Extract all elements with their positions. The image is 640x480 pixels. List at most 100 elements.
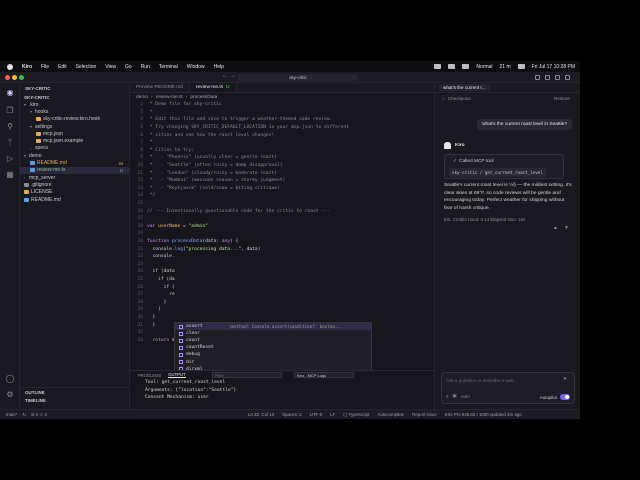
status-item[interactable]: LF	[330, 412, 335, 417]
kiro-ghost-icon[interactable]: ◉	[5, 87, 15, 97]
tree-folder[interactable]: ▾ settings	[20, 123, 129, 130]
run-debug-icon[interactable]: ▷	[5, 153, 15, 163]
status-item[interactable]: Ln 22, Col 13	[248, 412, 274, 417]
status-item[interactable]: { } TypeScript	[343, 412, 369, 417]
menu-help[interactable]: Help	[214, 64, 224, 70]
control-center-icon[interactable]	[517, 64, 525, 69]
menu-file[interactable]: File	[41, 64, 49, 70]
output-filter-input[interactable]: Filter	[212, 372, 282, 378]
status-item[interactable]: Kiro Pro 628.82 / 1000 updated 4m ago	[445, 412, 522, 417]
tree-file[interactable]: .gitignore	[20, 181, 129, 188]
branch-indicator[interactable]: main*	[6, 412, 17, 418]
code-line[interactable]: 13 * - "Reykjavik" (cold/snow = biting c…	[130, 185, 434, 193]
tree-file[interactable]: mcp.json.example	[20, 137, 129, 144]
code-line[interactable]: 4 * Edit this file and save to trigger a…	[130, 116, 434, 124]
menu-go[interactable]: Go	[125, 64, 132, 70]
forward-arrow-icon[interactable]: →	[230, 73, 236, 79]
layout-icon[interactable]	[565, 75, 570, 80]
toggle-panel-icon[interactable]	[545, 75, 550, 80]
tree-file[interactable]: README.md	[20, 196, 129, 203]
suggestion-item[interactable]: debug	[175, 351, 371, 358]
code-line[interactable]: 10 * - "Seattle" (often rainy = damp dis…	[130, 162, 434, 170]
code-line[interactable]: 24 if (data	[130, 268, 434, 276]
tab-problems[interactable]: PROBLEMS	[138, 373, 161, 378]
code-line[interactable]: 18 var userName = "admin"	[130, 223, 434, 231]
code-line[interactable]: 22 console.	[130, 253, 434, 261]
code-line[interactable]: 20 function processData(data: any) {	[130, 238, 434, 246]
breadcrumb-item[interactable]: review-me.ts	[156, 95, 183, 100]
send-icon[interactable]: ➤	[563, 376, 570, 383]
code-line[interactable]: 3 *	[130, 109, 434, 117]
code-line[interactable]: 12 * - "Mumbai" (monsoon season = stormy…	[130, 177, 434, 185]
code-line[interactable]: 25 if (da	[130, 276, 434, 284]
close-window-button[interactable]	[5, 75, 10, 80]
chat-input[interactable]: Ask a question or describe a task... ➤ #…	[441, 372, 575, 404]
breadcrumb-item[interactable]: processData	[190, 95, 217, 100]
code-line[interactable]: 28 }	[130, 298, 434, 306]
tree-file[interactable]: LICENSE	[20, 189, 129, 196]
thumbs-up-icon[interactable]: ▲	[553, 225, 558, 231]
back-arrow-icon[interactable]: ←	[222, 73, 228, 79]
tab-output[interactable]: OUTPUT	[168, 372, 186, 378]
code-line[interactable]: 30 }	[130, 314, 434, 322]
code-line[interactable]: 23	[130, 260, 434, 268]
tree-folder[interactable]: › mcp_server	[20, 174, 129, 181]
account-icon[interactable]: ◯	[5, 373, 15, 383]
code-line[interactable]: 14 */	[130, 192, 434, 200]
code-line[interactable]: 29 }	[130, 306, 434, 314]
minimize-window-button[interactable]	[12, 75, 17, 80]
battery-status[interactable]: 21 m	[500, 64, 511, 70]
code-line[interactable]: 21 console.log("processing data...", dat…	[130, 245, 434, 253]
tree-file[interactable]: review-me.ts U	[20, 166, 129, 174]
tree-folder[interactable]: ▾ demo	[20, 152, 129, 159]
clock[interactable]: Fri Jul 17 10:28 PM	[532, 64, 575, 70]
status-item[interactable]: Report issue	[412, 412, 437, 417]
breadcrumb-item[interactable]: demo	[136, 95, 148, 100]
tray-icon[interactable]	[448, 64, 456, 69]
code-line[interactable]: 19	[130, 230, 434, 238]
wifi-icon[interactable]	[462, 64, 470, 69]
status-item[interactable]: UTF-8	[310, 412, 322, 417]
menu-view[interactable]: View	[105, 64, 116, 70]
code-line[interactable]: 15	[130, 200, 434, 208]
menu-app-name[interactable]: Kiro	[22, 64, 32, 70]
tray-status[interactable]: Normal	[476, 64, 492, 70]
autopilot-toggle[interactable]	[560, 394, 570, 400]
tree-folder[interactable]: ▾ hooks	[20, 108, 129, 115]
mode-select[interactable]: Auto	[461, 394, 470, 399]
code-line[interactable]: 16 // --- Intentionally questionable code…	[130, 207, 434, 215]
suggestion-item[interactable]: count	[175, 337, 371, 344]
code-editor[interactable]: 2 * Demo file for sky-critic 3 * 4 * Edit …	[130, 101, 434, 341]
tree-folder[interactable]: › specs	[20, 145, 129, 152]
code-line[interactable]: 7 *	[130, 139, 434, 147]
restore-button[interactable]: Restore	[554, 96, 570, 101]
code-line[interactable]: 5 * Try changing SKY_CRITIC_DEFAULT_LOCA…	[130, 124, 434, 132]
workspace-root[interactable]: SKY-CRITIC	[20, 93, 129, 101]
zoom-window-button[interactable]	[19, 75, 24, 80]
toggle-sidebar-icon[interactable]	[535, 75, 540, 80]
code-line[interactable]: 11 * - "London" (cloudy/rainy = moderate…	[130, 169, 434, 177]
menu-terminal[interactable]: Terminal	[159, 64, 178, 70]
image-icon[interactable]: ▣	[452, 393, 456, 399]
tray-icon[interactable]	[434, 64, 442, 69]
code-line[interactable]: 8 * Cities to try:	[130, 147, 434, 155]
menu-edit[interactable]: Edit	[58, 64, 67, 70]
thumbs-down-icon[interactable]: ▼	[564, 225, 569, 231]
tool-call-card[interactable]: ✓ Called MCP tool sky-critic / get_curren…	[444, 154, 564, 179]
status-item[interactable]: Spaces: 2	[282, 412, 302, 417]
code-line[interactable]: 6 * cities and see how the roast level c…	[130, 131, 434, 139]
tab-preview-readme[interactable]: Preview README.md	[130, 83, 190, 92]
menu-selection[interactable]: Selection	[76, 64, 97, 70]
chat-tab[interactable]: what's the current r...	[439, 84, 490, 91]
attach-icon[interactable]: #	[446, 394, 448, 399]
tree-file[interactable]: README.md M	[20, 159, 129, 166]
menu-window[interactable]: Window	[187, 64, 205, 70]
suggestion-item[interactable]: clear	[175, 330, 371, 337]
tab-review-me[interactable]: review-me.ts U	[189, 83, 237, 92]
toggle-chat-icon[interactable]	[555, 75, 560, 80]
code-line[interactable]: 27 re	[130, 291, 434, 299]
code-line[interactable]: 17	[130, 215, 434, 223]
search-icon[interactable]: ⚲	[5, 121, 15, 131]
suggestion-item[interactable]: assert (method) Console.assert(condition?…	[175, 323, 371, 331]
tree-folder[interactable]: ▾ .kiro	[20, 101, 129, 108]
